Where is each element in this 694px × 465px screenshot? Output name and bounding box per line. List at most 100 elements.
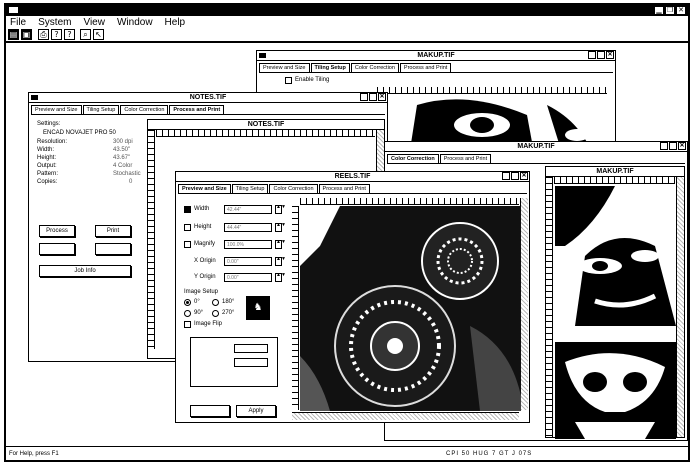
menu-window[interactable]: Window — [117, 16, 153, 29]
maximize-icon[interactable] — [511, 172, 519, 180]
rotate-270-label: 270° — [222, 310, 235, 316]
magnify-spinner[interactable]: ▲▼ — [275, 240, 286, 249]
x-origin-input[interactable]: 0.00" — [224, 257, 272, 266]
print-icon[interactable]: ⎙ — [38, 29, 49, 40]
reels-image — [300, 206, 521, 411]
context-help-icon[interactable]: ? — [64, 29, 75, 40]
rotate-90-radio[interactable] — [184, 310, 191, 317]
magnify-input[interactable]: 100.0% — [224, 240, 272, 249]
close-icon[interactable]: ✕ — [678, 142, 686, 150]
face-drawing — [555, 186, 676, 326]
job-info-button[interactable]: Job Info — [39, 265, 131, 277]
window-controls: ✕ — [588, 51, 614, 59]
width-input[interactable]: 42.44" — [224, 205, 272, 214]
print-button[interactable]: Print — [95, 225, 131, 237]
tab-tiling-setup[interactable]: Tiling Setup — [310, 63, 350, 72]
horizontal-scrollbar[interactable] — [292, 412, 519, 420]
pointer-icon[interactable]: ↖ — [93, 29, 104, 40]
window-menu-icon[interactable] — [31, 95, 38, 100]
setting-input-1[interactable] — [234, 344, 268, 353]
minimize-icon[interactable] — [502, 172, 510, 180]
image-flip-checkbox[interactable] — [184, 321, 191, 328]
close-icon[interactable]: ✕ — [676, 6, 686, 15]
window-menu-icon[interactable] — [259, 53, 266, 58]
close-icon[interactable]: ✕ — [606, 51, 614, 59]
reels-titlebar[interactable]: REELS.TIF ✕ — [176, 172, 529, 182]
height-checkbox[interactable] — [184, 224, 191, 231]
tab-color-correction[interactable]: Color Correction — [120, 105, 169, 114]
width-value: 43.50" — [113, 147, 131, 153]
tab-color-correction[interactable]: Color Correction — [350, 63, 399, 72]
rotate-270-radio[interactable] — [212, 310, 219, 317]
open-icon[interactable]: ▤ — [8, 29, 19, 40]
reels-window[interactable]: REELS.TIF ✕ Preview and Size Tiling Setu… — [175, 171, 530, 423]
height-value: 43.67" — [113, 155, 131, 161]
status-help-text: For Help, press F1 — [9, 451, 59, 457]
system-menu-icon[interactable] — [9, 7, 18, 13]
height-spinner[interactable]: ▲▼ — [275, 223, 286, 232]
tab-preview-size[interactable]: Preview and Size — [259, 63, 310, 72]
magnify-checkbox[interactable] — [184, 241, 191, 248]
apply-button[interactable]: Apply — [236, 405, 276, 417]
tab-process-print[interactable]: Process and Print — [169, 105, 225, 114]
rotate-180-radio[interactable] — [212, 299, 219, 306]
zoom-icon[interactable]: ⌕ — [80, 29, 91, 40]
restore-icon[interactable]: ❐ — [665, 6, 675, 15]
tab-preview-size[interactable]: Preview and Size — [178, 184, 231, 193]
close-icon[interactable]: ✕ — [520, 172, 528, 180]
process-button[interactable]: Process — [39, 225, 75, 237]
blank-button-left[interactable] — [39, 243, 75, 255]
tab-process-print[interactable]: Process and Print — [318, 184, 370, 193]
toolbar: ▤ ▣ ⎙ ? ? ⌕ ↖ — [6, 29, 688, 43]
maximize-icon[interactable] — [369, 93, 377, 101]
tab-color-correction[interactable]: Color Correction — [269, 184, 318, 193]
rotate-0-radio[interactable] — [184, 299, 191, 306]
skull-drawing — [555, 342, 676, 439]
help-icon[interactable]: ? — [51, 29, 62, 40]
maximize-icon[interactable] — [669, 142, 677, 150]
makup-face-image — [555, 186, 676, 326]
vertical-scrollbar[interactable] — [676, 177, 684, 437]
rotate-0-label: 0° — [194, 299, 200, 305]
makup-mid-titlebar[interactable]: MAKUP.TIF ✕ — [385, 142, 687, 152]
tab-tiling-setup[interactable]: Tiling Setup — [82, 105, 120, 114]
tab-process-print[interactable]: Process and Print — [399, 63, 452, 72]
menu-system[interactable]: System — [38, 16, 71, 29]
width-checkbox[interactable] — [184, 206, 191, 213]
setting-input-2[interactable] — [234, 358, 268, 367]
y-origin-spinner[interactable]: ▲▼ — [275, 273, 286, 282]
menu-file[interactable]: File — [10, 16, 26, 29]
image-setup-label: Image Setup — [184, 289, 219, 295]
makup-back-titlebar[interactable]: MAKUP.TIF ✕ — [257, 51, 615, 61]
tab-preview-size[interactable]: Preview and Size — [31, 105, 82, 114]
minimize-icon[interactable]: ▁ — [654, 6, 664, 15]
width-spinner[interactable]: ▲▼ — [275, 205, 286, 214]
enable-tiling-label: Enable Tiling — [295, 77, 330, 83]
menu-view[interactable]: View — [83, 16, 105, 29]
tab-tiling-setup[interactable]: Tiling Setup — [231, 184, 269, 193]
enable-tiling-checkbox[interactable] — [285, 77, 292, 84]
maximize-icon[interactable] — [597, 51, 605, 59]
vertical-scrollbar[interactable] — [520, 198, 528, 410]
tab-color-correction[interactable]: Color Correction — [387, 154, 439, 163]
close-icon[interactable]: ✕ — [378, 93, 386, 101]
tab-process-print[interactable]: Process and Print — [439, 154, 492, 163]
height-input[interactable]: 44.44" — [224, 223, 272, 232]
settings-label: Settings: — [37, 121, 61, 127]
blank-button-right[interactable] — [95, 243, 131, 255]
blank-button[interactable] — [190, 405, 230, 417]
x-origin-spinner[interactable]: ▲▼ — [275, 257, 286, 266]
minimize-icon[interactable] — [360, 93, 368, 101]
minimize-icon[interactable] — [660, 142, 668, 150]
y-origin-input[interactable]: 0.00" — [224, 273, 272, 282]
copies-label: Copies: — [37, 179, 58, 185]
magnify-label: Magnify — [194, 241, 216, 247]
tab-strip: Color Correction Process and Print — [387, 154, 685, 164]
save-icon[interactable]: ▣ — [21, 29, 32, 40]
notes-titlebar[interactable]: NOTES.TIF ✕ — [29, 93, 387, 103]
app-window: ▁ ❐ ✕ File System View Window Help ▤ ▣ ⎙… — [4, 3, 690, 462]
minimize-icon[interactable] — [588, 51, 596, 59]
preview-title: NOTES.TIF — [247, 121, 285, 128]
orientation-preview-icon: ♞ — [246, 296, 270, 320]
menu-help[interactable]: Help — [165, 16, 186, 29]
